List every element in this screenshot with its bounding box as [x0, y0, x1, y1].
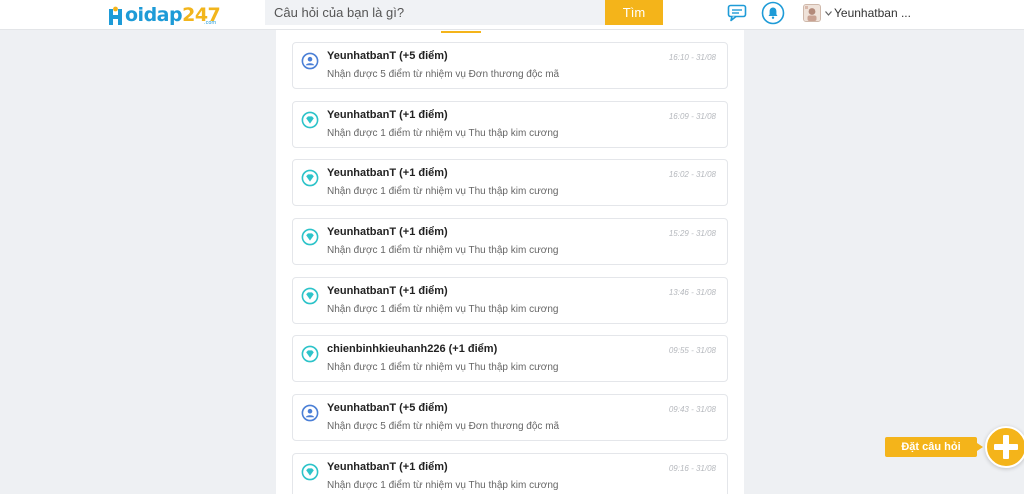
notification-item[interactable]: YeunhatbanT (+1 điểm) Nhận được 1 điểm từ…	[292, 218, 728, 265]
username: Yeunhatban ...	[834, 6, 911, 20]
chat-icon[interactable]	[727, 4, 747, 22]
diamond-icon	[301, 287, 319, 305]
search-input[interactable]	[265, 0, 605, 25]
diamond-icon	[301, 463, 319, 481]
notification-description: Nhận được 1 điểm từ nhiệm vụ Thu thập ki…	[327, 186, 559, 197]
plus-icon	[994, 435, 1018, 459]
notification-description: Nhận được 1 điểm từ nhiệm vụ Thu thập ki…	[327, 480, 559, 491]
notification-item[interactable]: YeunhatbanT (+5 điểm) Nhận được 5 điểm từ…	[292, 394, 728, 441]
notification-item[interactable]: YeunhatbanT (+1 điểm) Nhận được 1 điểm từ…	[292, 453, 728, 494]
user-menu[interactable]: Yeunhatban ...	[825, 6, 911, 20]
notification-time: 16:09 - 31/08	[668, 112, 716, 121]
notification-time: 16:10 - 31/08	[668, 53, 716, 62]
notification-description: Nhận được 5 điểm từ nhiệm vụ Đơn thương …	[327, 69, 560, 80]
notification-time: 15:29 - 31/08	[668, 229, 716, 238]
notification-description: Nhận được 5 điểm từ nhiệm vụ Đơn thương …	[327, 421, 560, 432]
active-tab-indicator	[441, 31, 481, 33]
search-button[interactable]: Tìm	[605, 0, 663, 25]
bell-icon[interactable]	[761, 1, 785, 25]
notification-title[interactable]: YeunhatbanT (+5 điểm)	[327, 402, 448, 414]
notification-title[interactable]: YeunhatbanT (+1 điểm)	[327, 461, 448, 473]
notification-title[interactable]: YeunhatbanT (+1 điểm)	[327, 167, 448, 179]
notification-title[interactable]: YeunhatbanT (+5 điểm)	[327, 50, 448, 62]
notification-description: Nhận được 1 điểm từ nhiệm vụ Thu thập ki…	[327, 362, 559, 373]
notification-title[interactable]: YeunhatbanT (+1 điểm)	[327, 285, 448, 297]
chevron-down-icon	[825, 9, 832, 18]
site-logo[interactable]: oidap247 .com	[108, 2, 221, 26]
diamond-icon	[301, 345, 319, 363]
notification-description: Nhận được 1 điểm từ nhiệm vụ Thu thập ki…	[327, 128, 559, 139]
notification-item[interactable]: YeunhatbanT (+1 điểm) Nhận được 1 điểm từ…	[292, 277, 728, 324]
notification-title[interactable]: YeunhatbanT (+1 điểm)	[327, 109, 448, 121]
diamond-icon	[301, 228, 319, 246]
notification-title[interactable]: chienbinhkieuhanh226 (+1 điểm)	[327, 343, 497, 355]
notification-time: 13:46 - 31/08	[668, 288, 716, 297]
notification-time: 09:16 - 31/08	[668, 464, 716, 473]
notification-item[interactable]: chienbinhkieuhanh226 (+1 điểm) Nhận được …	[292, 335, 728, 382]
notification-item[interactable]: YeunhatbanT (+1 điểm) Nhận được 1 điểm từ…	[292, 159, 728, 206]
notification-item[interactable]: YeunhatbanT (+5 điểm) Nhận được 5 điểm từ…	[292, 42, 728, 89]
person-icon	[301, 52, 319, 70]
logo-sub: .com	[204, 20, 217, 26]
logo-mark-icon	[108, 6, 124, 26]
notification-time: 16:02 - 31/08	[668, 170, 716, 179]
ask-question-label[interactable]: Đặt câu hỏi	[885, 437, 983, 457]
notification-description: Nhận được 1 điểm từ nhiệm vụ Thu thập ki…	[327, 304, 559, 315]
logo-letters: oidap	[125, 4, 183, 26]
diamond-icon	[301, 111, 319, 129]
top-navbar: oidap247 .com Tìm Yeunhatban ...	[0, 0, 1024, 30]
ask-question-button[interactable]	[985, 426, 1024, 468]
notification-description: Nhận được 1 điểm từ nhiệm vụ Thu thập ki…	[327, 245, 559, 256]
diamond-icon	[301, 169, 319, 187]
notification-item[interactable]: YeunhatbanT (+1 điểm) Nhận được 1 điểm từ…	[292, 101, 728, 148]
person-icon	[301, 404, 319, 422]
notification-time: 09:43 - 31/08	[668, 405, 716, 414]
notification-time: 09:55 - 31/08	[668, 346, 716, 355]
avatar[interactable]	[803, 4, 821, 22]
notification-title[interactable]: YeunhatbanT (+1 điểm)	[327, 226, 448, 238]
